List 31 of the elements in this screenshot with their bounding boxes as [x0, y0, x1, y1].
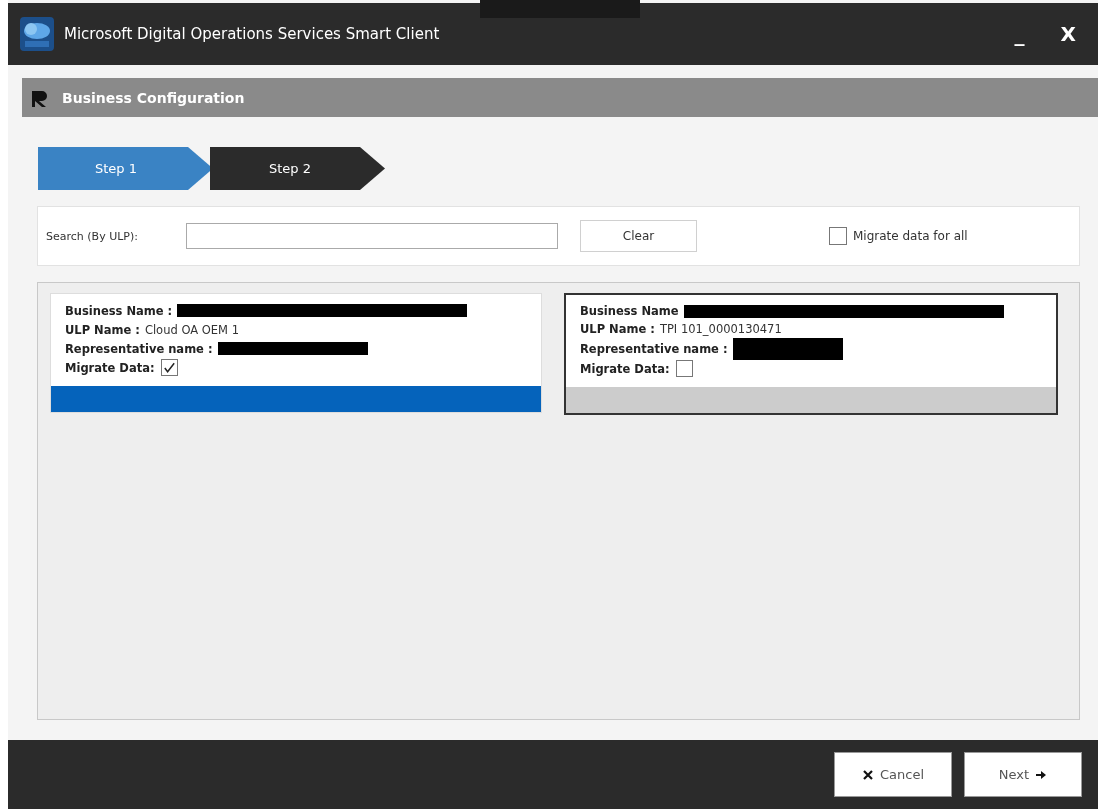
- checkbox[interactable]: [829, 227, 847, 245]
- arrow-right-icon: [1035, 768, 1048, 781]
- checkbox[interactable]: [675, 360, 693, 377]
- business-card[interactable]: Business Name : ULP Name : Cloud OA OEM 1 Representative name : Migrate Data:: [50, 293, 542, 413]
- close-icon: [861, 768, 874, 781]
- field-label: Representative name :: [580, 341, 728, 356]
- search-field[interactable]: [186, 223, 558, 249]
- field-value: Cloud OA OEM 1: [144, 322, 239, 337]
- step-tab[interactable]: Step 2: [210, 147, 385, 190]
- business-card[interactable]: Business Name ULP Name : TPI 101_0000130471 Representative name : Migrate Data:: [564, 293, 1058, 415]
- step-tab[interactable]: Step 1: [38, 147, 213, 190]
- field-value: TPI 101_0000130471: [659, 322, 782, 336]
- field-label: ULP Name :: [580, 322, 655, 336]
- field-label: Representative name :: [65, 341, 213, 356]
- field-label: Migrate Data:: [65, 360, 155, 375]
- section-title: Business Configuration: [62, 89, 245, 106]
- minimize-button[interactable]: _: [1004, 22, 1035, 46]
- close-button[interactable]: X: [1050, 22, 1086, 46]
- checkbox[interactable]: [160, 359, 178, 376]
- search-label: Search (By ULP):: [46, 229, 139, 243]
- field-label: Business Name: [580, 304, 679, 318]
- next-button[interactable]: Next: [964, 752, 1082, 797]
- checkbox-label: Migrate data for all: [853, 229, 968, 243]
- field-label: Migrate Data:: [580, 361, 670, 376]
- window-title: Microsoft Digital Operations Services Smart Client: [64, 25, 440, 43]
- clear-button[interactable]: Clear: [580, 220, 697, 252]
- app-logo-icon: [20, 17, 54, 51]
- field-label: Business Name :: [65, 303, 173, 318]
- field-label: ULP Name :: [65, 322, 140, 337]
- cancel-button[interactable]: Cancel: [834, 752, 952, 797]
- drag-handle[interactable]: [480, 0, 640, 18]
